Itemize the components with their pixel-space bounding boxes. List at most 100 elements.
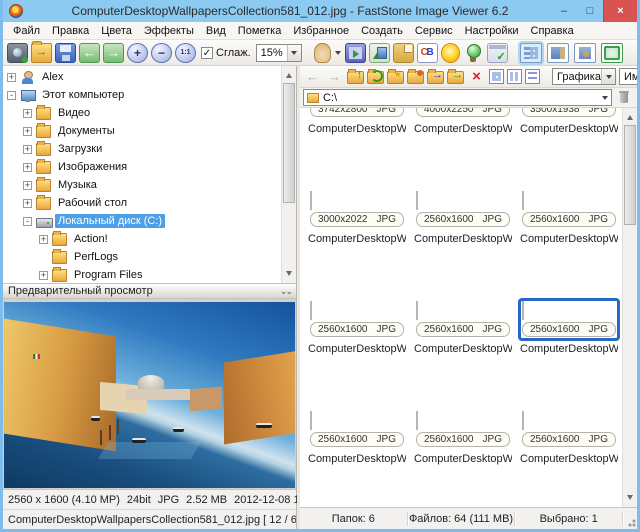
move-to-folder-icon[interactable] <box>447 71 464 84</box>
tree-item-9[interactable]: +Action! <box>3 230 281 248</box>
open-file-icon[interactable] <box>31 43 52 63</box>
file-filter-combobox[interactable]: Графика <box>552 68 616 85</box>
screen-capture-icon[interactable] <box>7 43 28 63</box>
thumbnail-5[interactable]: 2560x1600JPGComputerDesktopW... <box>518 188 620 298</box>
up-folder-icon[interactable] <box>347 71 364 84</box>
path-combobox[interactable]: C:\ <box>303 89 612 106</box>
checkbox-check-icon[interactable]: ✓ <box>201 47 213 59</box>
sort-combobox[interactable]: Имя <box>619 68 637 85</box>
details-view-icon[interactable] <box>525 69 540 84</box>
zoom-in-icon[interactable]: + <box>127 43 148 63</box>
expander-icon[interactable]: + <box>23 145 32 154</box>
delete-icon[interactable]: × <box>467 68 486 85</box>
save-as-icon[interactable] <box>55 43 76 63</box>
zoom-dropdown-button[interactable] <box>287 45 301 61</box>
fullscreen-button[interactable] <box>601 43 623 63</box>
preview-header[interactable]: Предварительный просмотр ⌄⌄ <box>3 283 296 299</box>
tree-item-4[interactable]: +Загрузки <box>3 140 281 158</box>
thumbnails-scrollbar-thumb[interactable] <box>624 125 636 225</box>
hand-tool-dropdown-icon[interactable] <box>334 43 342 63</box>
scroll-down-icon[interactable] <box>282 268 296 283</box>
scroll-down-icon[interactable] <box>623 492 637 507</box>
refresh-icon[interactable] <box>367 71 384 84</box>
smoothing-checkbox[interactable]: ✓ Сглаж. <box>201 47 251 59</box>
hand-tool-icon[interactable] <box>314 43 331 63</box>
zoom-out-icon[interactable]: − <box>151 43 172 63</box>
forward-icon[interactable]: → <box>325 68 344 85</box>
adjust-colors-icon[interactable] <box>441 43 460 63</box>
thumbnail-image[interactable] <box>416 191 418 210</box>
thumbnail-image[interactable] <box>416 411 418 430</box>
tree-item-2[interactable]: +Видео <box>3 104 281 122</box>
tree-item-0[interactable]: +Alex <box>3 68 281 86</box>
thumbnail-3[interactable]: 3000x2022JPGComputerDesktopW... <box>306 188 408 298</box>
expander-icon[interactable]: + <box>7 73 16 82</box>
filter-dropdown-button[interactable] <box>601 69 615 84</box>
menu-item-2[interactable]: Цвета <box>95 25 138 37</box>
tree-item-5[interactable]: +Изображения <box>3 158 281 176</box>
path-dropdown-icon[interactable] <box>602 96 608 103</box>
settings-icon[interactable] <box>487 43 508 63</box>
expander-icon[interactable]: + <box>23 163 32 172</box>
layout-browser-button[interactable] <box>520 43 542 63</box>
next-image-icon[interactable]: → <box>103 43 124 63</box>
thumbnail-7[interactable]: 2560x1600JPGComputerDesktopW... <box>412 298 514 408</box>
canvas-icon[interactable] <box>393 43 414 63</box>
expander-icon[interactable]: - <box>7 91 16 100</box>
expander-icon[interactable]: - <box>23 217 32 226</box>
previous-image-icon[interactable]: ← <box>79 43 100 63</box>
tree-item-3[interactable]: +Документы <box>3 122 281 140</box>
thumbnail-4[interactable]: 2560x1600JPGComputerDesktopW... <box>412 188 514 298</box>
expander-icon[interactable]: + <box>23 181 32 190</box>
actual-size-icon[interactable]: 1:1 <box>175 43 196 63</box>
minimize-button[interactable]: – <box>551 2 577 20</box>
expander-icon[interactable]: + <box>23 109 32 118</box>
thumbnail-1[interactable]: 4000x2250JPGComputerDesktopW... <box>412 108 514 188</box>
thumbnail-image[interactable] <box>310 301 312 320</box>
list-view-icon[interactable] <box>507 69 522 84</box>
menu-item-7[interactable]: Создать <box>355 25 409 37</box>
thumbnail-image[interactable] <box>522 301 524 320</box>
layout-viewer-button[interactable] <box>547 43 569 63</box>
thumbnail-image[interactable] <box>416 301 418 320</box>
scroll-up-icon[interactable] <box>282 66 296 81</box>
rename-icon[interactable] <box>417 43 438 63</box>
thumbnail-image[interactable] <box>522 191 524 210</box>
zoom-level-combobox[interactable]: 15% <box>256 44 302 62</box>
thumbnail-0[interactable]: 3742x2800JPGComputerDesktopW... <box>306 108 408 188</box>
layout-image-button[interactable] <box>574 43 596 63</box>
close-button[interactable]: × <box>603 0 637 22</box>
maximize-button[interactable]: □ <box>577 2 603 20</box>
back-icon[interactable]: ← <box>303 68 322 85</box>
thumbnail-view-icon[interactable] <box>489 69 504 84</box>
thumbnail-6[interactable]: 2560x1600JPGComputerDesktopW... <box>306 298 408 408</box>
expander-icon[interactable]: + <box>39 271 48 280</box>
tree-item-7[interactable]: +Рабочий стол <box>3 194 281 212</box>
browse-tree-icon[interactable] <box>369 43 390 63</box>
expander-icon[interactable]: + <box>23 127 32 136</box>
tree-scrollbar[interactable] <box>281 66 296 283</box>
expander-icon[interactable]: + <box>23 199 32 208</box>
thumbnail-11[interactable]: 2560x1600JPGComputerDesktopW... <box>518 408 620 507</box>
thumbnails-scrollbar[interactable] <box>622 108 637 507</box>
expander-icon[interactable]: + <box>39 235 48 244</box>
thumbnail-9[interactable]: 2560x1600JPGComputerDesktopW... <box>306 408 408 507</box>
copy-to-folder-icon[interactable] <box>427 71 444 84</box>
menu-item-4[interactable]: Вид <box>200 25 232 37</box>
thumbnail-8[interactable]: 2560x1600JPGComputerDesktopW... <box>518 298 620 408</box>
trash-icon[interactable] <box>615 89 634 106</box>
thumbnail-image[interactable] <box>310 191 312 210</box>
scroll-up-icon[interactable] <box>623 108 637 123</box>
preview-image[interactable] <box>4 302 295 488</box>
tree-item-1[interactable]: -Этот компьютер <box>3 86 281 104</box>
opened-folder-icon[interactable] <box>407 71 424 84</box>
tree-item-10[interactable]: PerfLogs <box>3 248 281 266</box>
tree-item-11[interactable]: +Program Files <box>3 266 281 283</box>
thumbnail-2[interactable]: 3500x1938JPGComputerDesktopW... <box>518 108 620 188</box>
tree-item-6[interactable]: +Музыка <box>3 176 281 194</box>
favorites-folder-icon[interactable] <box>387 71 404 84</box>
thumbnail-image[interactable] <box>522 411 524 430</box>
menu-item-8[interactable]: Сервис <box>409 25 459 37</box>
menu-item-0[interactable]: Файл <box>7 25 46 37</box>
slideshow-icon[interactable] <box>345 43 366 63</box>
